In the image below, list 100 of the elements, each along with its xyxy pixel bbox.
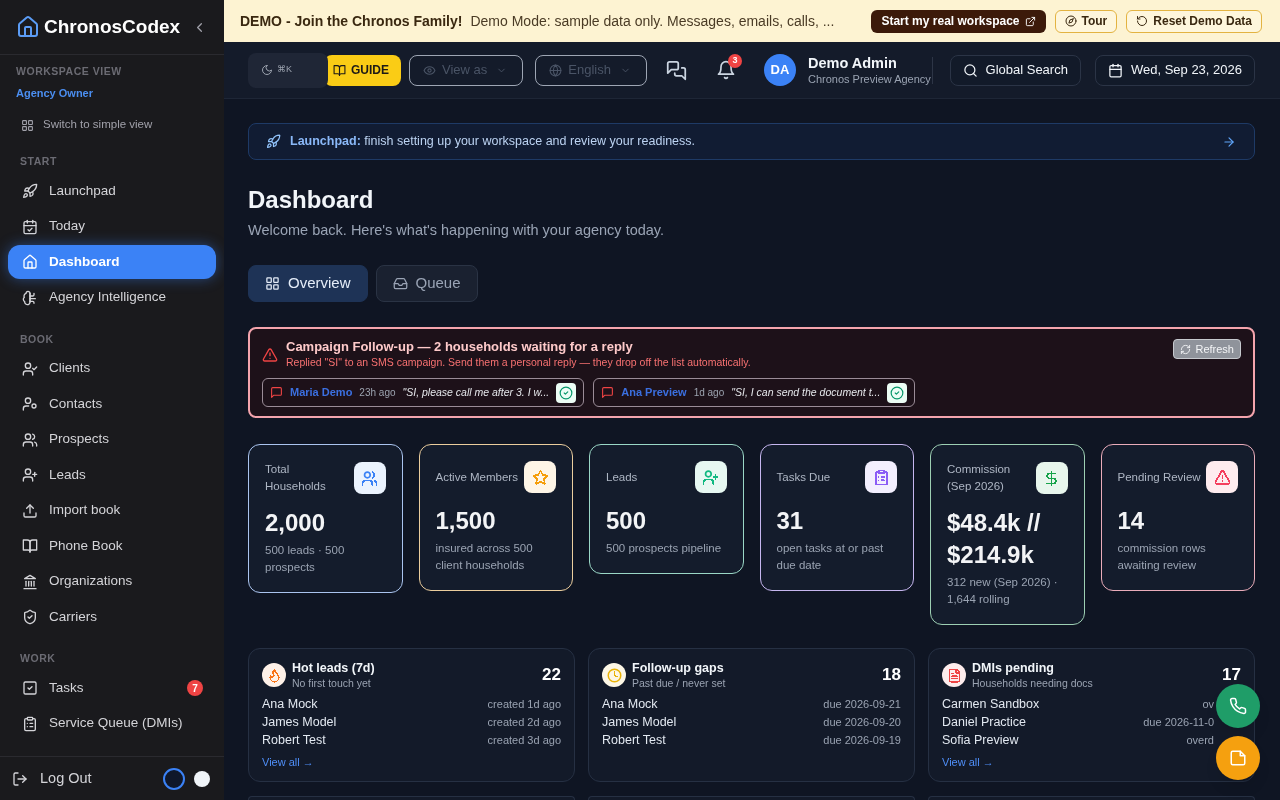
chat-icon[interactable] — [665, 59, 687, 81]
row-detail: due 2026-09-21 — [823, 696, 901, 712]
page-subtitle: Welcome back. Here's what's happening with your agency today. — [248, 221, 665, 240]
view-all-link[interactable]: View all → — [942, 754, 994, 770]
card-subtitle: No first touch yet — [292, 676, 371, 690]
alert-message: Replied "SI" to an SMS campaign. Send them a personal reply — they drop off the list automatically. — [286, 355, 751, 369]
sidebar-item[interactable]: Dashboard — [8, 245, 216, 279]
global-search-button[interactable]: Global Search — [949, 54, 1081, 86]
alert-title: Campaign Follow-up — 2 households waiting for a reply — [286, 338, 633, 355]
switch-view-button[interactable]: Switch to simple view — [21, 115, 153, 135]
stat-detail: open tasks at or past due date — [776, 541, 885, 573]
banner-button[interactable]: Tour — [1054, 9, 1118, 33]
row-detail: overd — [1186, 732, 1214, 748]
person-name: Ana Mock — [262, 695, 318, 713]
dollar-icon — [1035, 462, 1068, 494]
person-name: James Model — [262, 713, 337, 731]
person-name: Daniel Practice — [942, 713, 1027, 731]
sidebar-item[interactable]: Launchpad — [8, 174, 216, 208]
stat-label: Commission (Sep 2026) — [947, 462, 1012, 494]
banner-button[interactable]: Reset Demo Data — [1126, 9, 1262, 33]
globe-icon — [549, 63, 563, 77]
sidebar-item[interactable]: Today — [8, 209, 216, 244]
sidebar-item[interactable]: Phone Book — [8, 529, 216, 563]
stat-detail: insured across 500 client households — [435, 541, 534, 573]
house-icon — [16, 15, 40, 39]
inbox-icon — [392, 276, 408, 291]
view-all-link[interactable]: View all → — [262, 754, 314, 770]
contact-link[interactable]: Maria Demo — [290, 384, 353, 401]
contact-link[interactable]: Ana Preview — [621, 384, 687, 401]
launchpad-message: Launchpad: finish setting up your workspace and review your readiness. — [290, 133, 696, 151]
card-subtitle: Households needing docs — [972, 676, 1093, 690]
eye-icon — [423, 63, 436, 77]
person-name: Ana Mock — [602, 695, 658, 713]
calendar-icon — [1107, 62, 1123, 78]
reply-message: "SI, I can send the document t... — [731, 384, 881, 400]
stat-label: Total Households — [265, 462, 327, 494]
stat-detail: 500 leads · 500 prospects — [265, 543, 346, 575]
message-icon — [270, 386, 283, 399]
person-name: Robert Test — [602, 731, 666, 749]
card-title: Hot leads (7d) — [292, 660, 375, 676]
row-detail: due 2026-09-20 — [823, 714, 901, 730]
user-plus-icon — [694, 461, 727, 493]
message-icon — [601, 386, 615, 399]
page-title: Dashboard — [248, 185, 374, 215]
command-button[interactable]: ⌘K — [248, 52, 328, 88]
logout-icon — [12, 770, 28, 787]
launchpad-banner[interactable]: Launchpad: finish setting up your workspace and review your readiness. — [248, 123, 1255, 160]
row-detail: ov — [1202, 696, 1214, 712]
sidebar-item[interactable]: Carriers — [8, 600, 216, 634]
reply-time: 23h ago — [359, 386, 396, 400]
sidebar-item[interactable]: Tasks 7 — [8, 671, 216, 705]
sidebar-item[interactable]: Prospects — [8, 422, 216, 457]
grid-icon — [265, 276, 280, 291]
grid-icon — [21, 118, 34, 132]
reply-time: 1d ago — [693, 386, 725, 400]
sidebar-item[interactable]: Contacts — [8, 387, 216, 421]
user-plus-icon — [22, 467, 38, 483]
warning-icon — [1206, 461, 1238, 493]
banner-title: DEMO - Join the Chronos Family! — [240, 11, 463, 31]
section-label: BOOK — [20, 331, 54, 346]
bank-icon — [22, 573, 38, 590]
stat-label: Pending Review — [1117, 469, 1201, 485]
sidebar-item[interactable]: Import book — [8, 493, 216, 528]
section-label: START — [20, 154, 57, 168]
checkbox-icon — [22, 680, 38, 696]
theme-swatch-icon[interactable] — [163, 767, 185, 790]
calendar-check-icon — [22, 218, 38, 235]
stat-value: 31 — [776, 506, 805, 536]
person-name: Sofia Preview — [942, 731, 1019, 749]
clock-icon — [602, 663, 626, 687]
theme-swatch-icon[interactable] — [194, 770, 210, 787]
sidebar-item[interactable]: Clients — [8, 351, 216, 386]
card-subtitle: Past due / never set — [632, 676, 726, 690]
date-button[interactable]: Wed, Sep 23, 2026 — [1094, 54, 1255, 86]
card-count: 22 — [542, 664, 561, 687]
sidebar-item[interactable]: Service Queue (DMIs) — [8, 706, 216, 741]
rocket-icon — [22, 183, 38, 199]
user-avatar[interactable]: DA — [763, 54, 796, 86]
stat-value: 2,000 — [265, 508, 327, 538]
sidebar-item[interactable]: Agency Intelligence — [8, 280, 216, 315]
reply-chip[interactable]: Ana Preview 1d ago "SI, I can send the document t... — [593, 378, 916, 407]
sidebar-item[interactable]: Organizations — [8, 564, 216, 599]
user-name: Demo Admin — [807, 54, 897, 72]
card-title: Follow-up gaps — [632, 660, 724, 676]
stat-value: 14 — [1117, 506, 1146, 536]
tab[interactable]: Queue — [375, 265, 478, 302]
tab[interactable]: Overview — [248, 265, 368, 302]
users-icon — [353, 462, 386, 494]
banner-button[interactable]: Start my real workspace — [871, 9, 1046, 33]
shield-check-icon — [22, 609, 38, 625]
sidebar-item[interactable]: Leads — [8, 458, 216, 492]
brain-icon — [22, 289, 38, 306]
logout-button[interactable]: Log Out — [12, 767, 92, 790]
workspace-role: Agency Owner — [16, 86, 94, 100]
search-icon — [962, 62, 978, 78]
external-link-icon — [1024, 15, 1036, 27]
person-name: Carmen Sandbox — [942, 695, 1040, 713]
reply-chip[interactable]: Maria Demo 23h ago "SI, please call me after 3. I w... — [262, 378, 585, 407]
warning-icon — [262, 347, 278, 363]
row-detail: created 3d ago — [487, 732, 561, 748]
